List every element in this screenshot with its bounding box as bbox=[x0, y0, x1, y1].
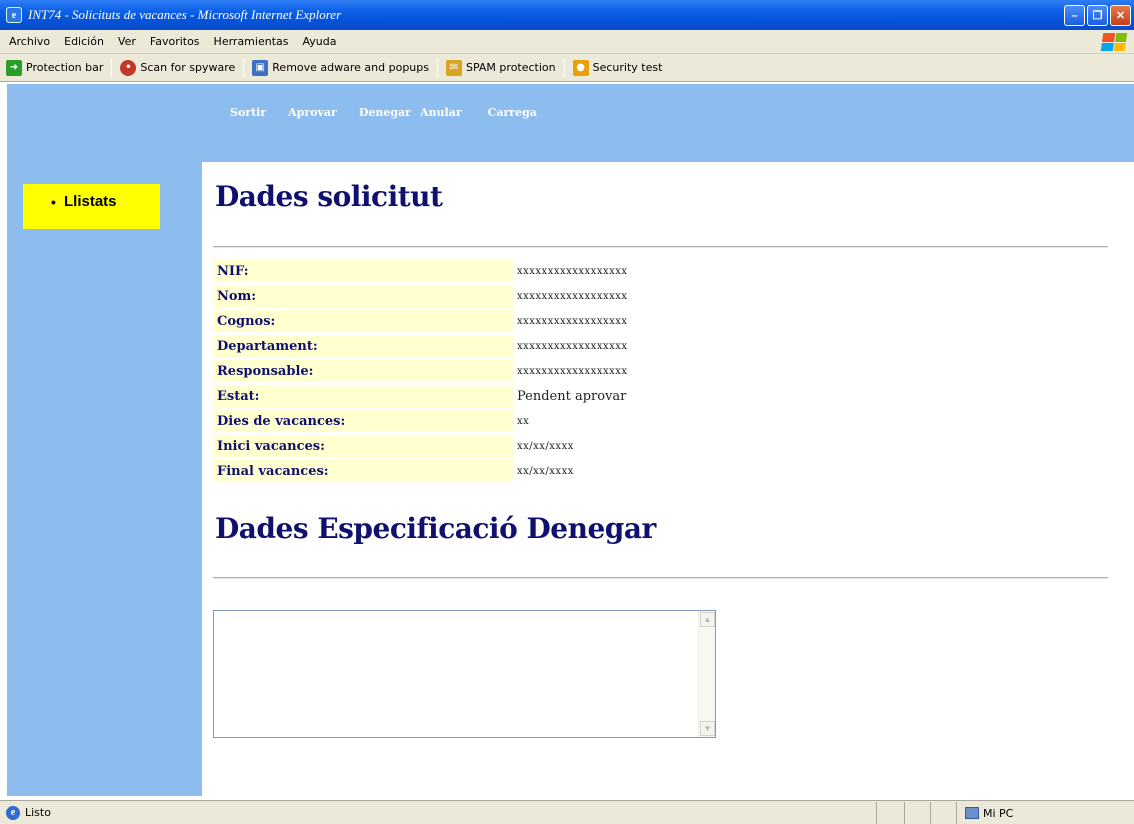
field-label: Cognos: bbox=[213, 310, 513, 332]
field-label: Nom: bbox=[213, 285, 513, 307]
windows-logo-icon bbox=[1100, 33, 1128, 51]
page-viewport: Sortir Aprovar Denegar Anular Carrega • … bbox=[7, 84, 1134, 796]
menu-edicion[interactable]: Edición bbox=[57, 35, 111, 48]
scroll-up-icon[interactable]: ▲ bbox=[700, 612, 715, 627]
textarea-scrollbar[interactable]: ▲ ▼ bbox=[698, 611, 715, 737]
arrow-icon: ➜ bbox=[6, 59, 22, 76]
close-button[interactable]: ✕ bbox=[1110, 5, 1131, 26]
computer-icon bbox=[965, 807, 979, 819]
nav-anular[interactable]: Anular bbox=[420, 106, 462, 119]
toolbar: ➜ Protection bar • Scan for spyware ▣ Re… bbox=[0, 54, 1134, 82]
status-panels: Mi PC bbox=[876, 801, 1134, 824]
window-controls: – ❐ ✕ bbox=[1064, 5, 1131, 26]
lock-icon: ● bbox=[572, 59, 589, 76]
window-titlebar: e INT74 - Solicituts de vacances - Micro… bbox=[0, 0, 1134, 30]
scan-spyware-label: Scan for spyware bbox=[140, 61, 236, 74]
menu-ayuda[interactable]: Ayuda bbox=[295, 35, 343, 48]
field-row-nom: Nom: xxxxxxxxxxxxxxxxxx bbox=[213, 285, 632, 307]
field-row-cognos: Cognos: xxxxxxxxxxxxxxxxxx bbox=[213, 310, 632, 332]
status-panel bbox=[904, 802, 930, 824]
field-row-nif: NIF: xxxxxxxxxxxxxxxxxx bbox=[213, 260, 632, 282]
field-row-responsable: Responsable: xxxxxxxxxxxxxxxxxx bbox=[213, 360, 632, 382]
field-value: xxxxxxxxxxxxxxxxxx bbox=[517, 315, 628, 327]
divider bbox=[213, 246, 1108, 248]
field-label: Final vacances: bbox=[213, 460, 513, 482]
deny-reason-input[interactable] bbox=[214, 611, 698, 737]
toolbar-separator bbox=[563, 58, 565, 77]
toolbar-separator bbox=[111, 58, 113, 77]
toolbar-separator bbox=[437, 58, 438, 77]
security-test-button[interactable]: ● Security test bbox=[567, 57, 669, 79]
remove-adware-label: Remove adware and popups bbox=[272, 61, 429, 74]
zone-label: Mi PC bbox=[983, 806, 1014, 820]
menu-favoritos[interactable]: Favoritos bbox=[143, 35, 207, 48]
nav-sortir[interactable]: Sortir bbox=[230, 106, 266, 119]
menu-archivo[interactable]: Archivo bbox=[2, 35, 57, 48]
window-icon: ▣ bbox=[252, 59, 269, 76]
field-label: Dies de vacances: bbox=[213, 410, 513, 432]
deny-reason-textarea[interactable]: ▲ ▼ bbox=[213, 610, 716, 738]
menu-herramientas[interactable]: Herramientas bbox=[207, 35, 296, 48]
field-row-inici-vacances: Inici vacances: xx/xx/xxxx bbox=[213, 435, 632, 457]
request-fields-table: NIF: xxxxxxxxxxxxxxxxxx Nom: xxxxxxxxxxx… bbox=[213, 257, 632, 485]
spam-protection-button[interactable]: ✉ SPAM protection bbox=[440, 57, 562, 79]
page-icon: e bbox=[6, 805, 20, 820]
field-value: xx/xx/xxxx bbox=[517, 465, 574, 477]
field-label: NIF: bbox=[213, 260, 513, 282]
status-panel bbox=[876, 802, 904, 824]
field-value: xxxxxxxxxxxxxxxxxx bbox=[517, 340, 628, 352]
field-value: xx/xx/xxxx bbox=[517, 440, 574, 452]
status-bar: e Listo Mi PC bbox=[0, 800, 1134, 824]
window-title: INT74 - Solicituts de vacances - Microso… bbox=[28, 7, 342, 22]
toolbar-separator bbox=[243, 58, 245, 77]
protection-bar-label: Protection bar bbox=[26, 61, 104, 74]
field-label: Departament: bbox=[213, 335, 513, 357]
scroll-down-icon[interactable]: ▼ bbox=[700, 721, 715, 736]
minimize-button[interactable]: – bbox=[1064, 5, 1085, 26]
security-test-label: Security test bbox=[592, 61, 663, 74]
status-text: Listo bbox=[25, 806, 51, 819]
sidebar-item-llistats[interactable]: • Llistats bbox=[23, 184, 160, 229]
divider bbox=[213, 577, 1108, 579]
field-label: Responsable: bbox=[213, 360, 513, 382]
deny-heading: Dades Especificació Denegar bbox=[215, 512, 656, 545]
shield-icon: • bbox=[120, 59, 137, 76]
field-value: xxxxxxxxxxxxxxxxxx bbox=[517, 365, 628, 377]
page-header: Sortir Aprovar Denegar Anular Carrega bbox=[7, 84, 1134, 162]
field-row-final-vacances: Final vacances: xx/xx/xxxx bbox=[213, 460, 632, 482]
field-label: Inici vacances: bbox=[213, 435, 513, 457]
field-value: xx bbox=[517, 415, 530, 427]
status-panel bbox=[930, 802, 956, 824]
menu-ver[interactable]: Ver bbox=[111, 35, 143, 48]
spam-protection-label: SPAM protection bbox=[466, 61, 556, 74]
sidebar-item-label: Llistats bbox=[64, 193, 117, 210]
nav-carrega[interactable]: Carrega bbox=[488, 106, 537, 119]
field-row-estat: Estat: Pendent aprovar bbox=[213, 385, 632, 407]
field-value: xxxxxxxxxxxxxxxxxx bbox=[517, 265, 628, 277]
field-row-departament: Departament: xxxxxxxxxxxxxxxxxx bbox=[213, 335, 632, 357]
envelope-icon: ✉ bbox=[446, 59, 462, 76]
field-label: Estat: bbox=[213, 385, 513, 407]
maximize-button[interactable]: ❐ bbox=[1087, 5, 1108, 26]
menu-bar: Archivo Edición Ver Favoritos Herramient… bbox=[0, 30, 1134, 54]
ie-icon: e bbox=[6, 7, 22, 23]
bullet-icon: • bbox=[51, 194, 56, 210]
remove-adware-button[interactable]: ▣ Remove adware and popups bbox=[246, 57, 435, 79]
field-row-dies-vacances: Dies de vacances: xx bbox=[213, 410, 632, 432]
top-navigation: Sortir Aprovar Denegar Anular Carrega bbox=[230, 106, 537, 119]
request-heading: Dades solicitut bbox=[215, 180, 443, 213]
field-value: xxxxxxxxxxxxxxxxxx bbox=[517, 290, 628, 302]
scan-spyware-button[interactable]: • Scan for spyware bbox=[114, 57, 241, 79]
security-zone: Mi PC bbox=[956, 802, 1134, 824]
sidebar: • Llistats bbox=[7, 162, 202, 796]
field-value: Pendent aprovar bbox=[517, 388, 627, 404]
nav-denegar[interactable]: Denegar bbox=[359, 106, 411, 119]
protection-bar-button[interactable]: ➜ Protection bar bbox=[0, 57, 109, 79]
nav-aprovar[interactable]: Aprovar bbox=[288, 106, 337, 119]
